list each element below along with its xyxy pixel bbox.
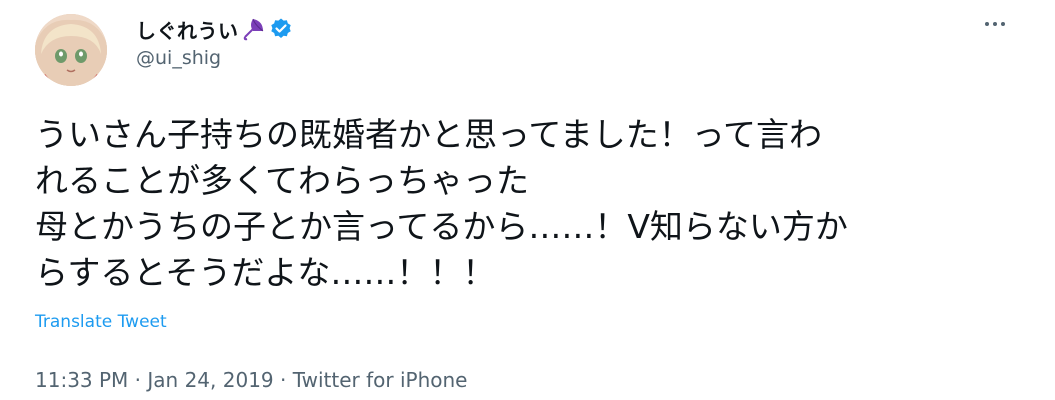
tweet-line: ういさん子持ちの既婚者かと思ってました！って言わ [35, 115, 823, 154]
meta-separator: · [128, 368, 148, 392]
tweet-date-link[interactable]: Jan 24, 2019 [147, 368, 273, 392]
author-display-name[interactable]: しぐれうい [136, 15, 239, 44]
author-name-row[interactable]: しぐれうい [136, 14, 293, 44]
tweet-time-link[interactable]: 11:33 PM [35, 368, 128, 392]
author-handle[interactable]: @ui_shig [136, 47, 221, 69]
tweet-line: 母とかうちの子とか言ってるから……！V知らない方か [35, 207, 848, 246]
verified-badge-icon [269, 17, 293, 41]
tweet-text: ういさん子持ちの既婚者かと思ってました！って言わ れることが多くてわらっちゃった… [35, 112, 995, 296]
translate-tweet-link[interactable]: Translate Tweet [35, 312, 167, 332]
more-options-button[interactable] [977, 12, 1013, 36]
avatar[interactable] [35, 14, 107, 86]
more-dots-icon [985, 22, 1005, 26]
tweet-line: らするとそうだよな……！！！ [35, 253, 496, 292]
tweet-line: れることが多くてわらっちゃった [35, 161, 530, 200]
tweet-source-link[interactable]: Twitter for iPhone [293, 368, 468, 392]
meta-separator: · [273, 368, 293, 392]
umbrella-icon [241, 17, 265, 41]
tweet-metadata: 11:33 PM · Jan 24, 2019 · Twitter for iP… [35, 368, 467, 392]
avatar-image [35, 14, 107, 86]
